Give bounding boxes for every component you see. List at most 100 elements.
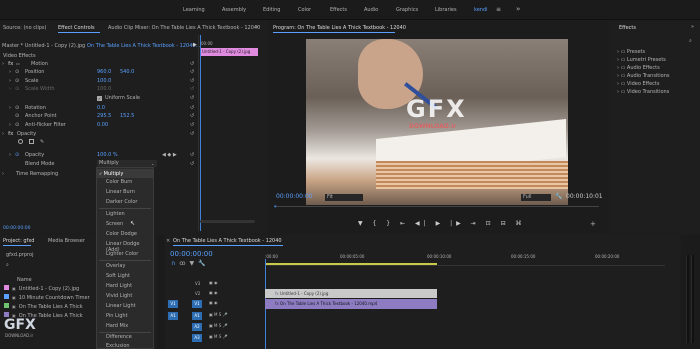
- blend-option-linear-burn[interactable]: Linear Burn: [106, 189, 135, 195]
- source-patch-v1[interactable]: V1: [168, 300, 178, 308]
- list-item[interactable]: ▣ 10 Minute Countdown Timer: [4, 293, 99, 302]
- opacity-value[interactable]: 100.0 %: [97, 151, 118, 159]
- tab-source[interactable]: Source: (no clips): [3, 25, 46, 31]
- timeline-close-icon[interactable]: ×: [166, 238, 170, 244]
- effects-item-video-effects[interactable]: › ▭ Video Effects: [617, 80, 697, 88]
- uniform-scale-row[interactable]: ✓ Uniform Scale ↺: [0, 94, 200, 102]
- effects-search-icon[interactable]: ⌕: [689, 38, 692, 44]
- motion-row[interactable]: › fx ▭ Motion ↺: [0, 60, 200, 68]
- workspace-tab-learning[interactable]: Learning: [183, 7, 205, 13]
- rotation-row[interactable]: › ⊙ Rotation 0.0 ↺: [0, 104, 200, 112]
- blend-option-color-dodge[interactable]: Color Dodge: [106, 231, 137, 237]
- effects-item-audio-transitions[interactable]: › ▭ Audio Transitions: [617, 72, 697, 80]
- master-clip-label[interactable]: Master * Untitled-1 - Copy (2).jpg: [2, 43, 85, 49]
- workspace-more[interactable]: »: [516, 5, 520, 13]
- blend-option-screen[interactable]: Screen: [106, 221, 123, 227]
- effects-item-lumetri-presets[interactable]: › ▭ Lumetri Presets: [617, 56, 697, 64]
- blend-option-soft-light[interactable]: Soft Light: [106, 273, 130, 279]
- timeline-ruler[interactable]: :00:00 00:00:05:00 00:00:10:00 00:00:15:…: [265, 252, 665, 266]
- mark-in-icon[interactable]: {: [373, 220, 381, 227]
- lift-icon[interactable]: ⊡: [486, 220, 495, 227]
- project-search-icon[interactable]: ⌕: [6, 262, 9, 268]
- mask-tools-row[interactable]: ✎: [0, 138, 60, 146]
- rotation-value[interactable]: 0.0: [97, 104, 105, 112]
- position-row[interactable]: › ⊙ Position 960.0 540.0 ↺: [0, 68, 200, 76]
- track-a2[interactable]: A2 ▣ M S 🎤: [165, 322, 265, 332]
- blend-option-vivid-light[interactable]: Vivid Light: [106, 293, 132, 299]
- tab-effect-controls[interactable]: Effect Controls: [58, 25, 95, 31]
- scale-value[interactable]: 100.0: [97, 77, 111, 85]
- track-v1[interactable]: V1 V1 ▣ ◉: [165, 299, 265, 309]
- motion-reset-icon[interactable]: ↺: [190, 60, 194, 68]
- timeline-timecode[interactable]: 00:00:00:00: [170, 250, 213, 258]
- program-scrub-bar[interactable]: [274, 206, 599, 212]
- sequence-clip-label[interactable]: On The Table Lies A Thick Textbook - 120…: [87, 43, 200, 49]
- step-forward-icon[interactable]: |▶: [450, 220, 465, 227]
- step-back-icon[interactable]: ◀|: [415, 220, 430, 227]
- add-marker-icon[interactable]: ▼: [190, 260, 199, 267]
- effects-item-video-transitions[interactable]: › ▭ Video Transitions: [617, 88, 697, 96]
- blend-option-pin-light[interactable]: Pin Light: [106, 313, 128, 319]
- workspace-tab-effects[interactable]: Effects: [330, 7, 347, 13]
- blend-option-difference[interactable]: Difference: [106, 334, 132, 340]
- settings-icon[interactable]: 🔧: [555, 193, 562, 200]
- effects-item-presets[interactable]: › ▭ Presets: [617, 48, 697, 56]
- track-v2[interactable]: V2 ▣ ◉: [165, 289, 265, 298]
- program-timecode[interactable]: 00:00:00:00: [276, 193, 313, 200]
- blend-option-hard-light[interactable]: Hard Light: [106, 283, 132, 289]
- media-browser-tab[interactable]: Media Browser: [48, 238, 85, 244]
- tabs-more[interactable]: »: [255, 24, 258, 30]
- workspace-tab-kendi[interactable]: kendi: [474, 7, 488, 13]
- marker-icon[interactable]: ▼: [358, 220, 367, 227]
- program-video-frame[interactable]: GFX DOWNLOAD.ir: [306, 39, 568, 205]
- position-x-value[interactable]: 960.0: [97, 68, 111, 76]
- rectangle-mask-icon[interactable]: [29, 139, 34, 144]
- opacity-value-row[interactable]: › ⊙ Opacity 100.0 % ◀ ◆ ▶ ↺: [0, 151, 200, 159]
- blend-option-exclusion[interactable]: Exclusion: [106, 343, 130, 349]
- ec-zoom-slider[interactable]: [200, 220, 255, 223]
- workspace-tab-audio[interactable]: Audio: [364, 7, 378, 13]
- workspace-tab-color[interactable]: Color: [298, 7, 311, 13]
- add-button-icon[interactable]: +: [590, 220, 596, 228]
- fit-select[interactable]: Fit: [325, 194, 363, 201]
- program-title[interactable]: Program: On The Table Lies A Thick Textb…: [273, 25, 406, 31]
- track-v3[interactable]: V3 ▣ ◉: [165, 279, 265, 288]
- go-to-in-icon[interactable]: ⇤: [400, 220, 409, 227]
- workspace-tab-libraries[interactable]: Libraries: [435, 7, 457, 13]
- list-item[interactable]: ▣ On The Table Lies A Thick: [4, 302, 99, 311]
- full-select[interactable]: Full: [521, 194, 551, 201]
- tab-audio-clip-mixer[interactable]: Audio Clip Mixer: On The Table Lies A Th…: [108, 25, 260, 31]
- time-remapping-row[interactable]: › Time Remapping: [0, 170, 100, 178]
- blend-option-overlay[interactable]: Overlay: [106, 263, 125, 269]
- export-frame-icon[interactable]: ⌘: [516, 220, 526, 227]
- workspace-tab-assembly[interactable]: Assembly: [222, 7, 246, 13]
- clip-v1-video[interactable]: fx On The Table Lies A Thick Textbook - …: [265, 299, 437, 309]
- effects-more[interactable]: »: [691, 24, 694, 30]
- go-to-out-icon[interactable]: ⇥: [471, 220, 480, 227]
- pen-mask-icon[interactable]: ✎: [40, 138, 44, 146]
- blend-option-linear-light[interactable]: Linear Light: [106, 303, 136, 309]
- extract-icon[interactable]: ⊟: [501, 220, 510, 227]
- anchor-x-value[interactable]: 295.5: [97, 112, 111, 120]
- play-icon[interactable]: ▶: [436, 220, 445, 227]
- track-a1[interactable]: A1 A1 ▣ M S 🎤: [165, 311, 265, 321]
- source-patch-a1[interactable]: A1: [168, 312, 178, 320]
- anchor-point-row[interactable]: ⊙ Anchor Point 295.5 152.5 ↺: [0, 112, 200, 120]
- work-area-bar[interactable]: [265, 263, 437, 265]
- effects-item-audio-effects[interactable]: › ▭ Audio Effects: [617, 64, 697, 72]
- track-a3[interactable]: A3 ▣ M S 🎤: [165, 333, 265, 343]
- mark-out-icon[interactable]: }: [386, 220, 394, 227]
- blend-option-color-burn[interactable]: Color Burn: [106, 179, 132, 185]
- ec-clip-block[interactable]: Untitled-1 - Copy (2).jpg: [200, 48, 258, 56]
- program-playhead-marker[interactable]: ▾: [274, 204, 277, 210]
- opacity-header-row[interactable]: › fx Opacity ↺: [0, 130, 200, 138]
- position-y-value[interactable]: 540.0: [120, 68, 134, 76]
- blend-option-multiply[interactable]: ✓ Multiply: [97, 169, 153, 178]
- blend-option-lighter-color[interactable]: Lighter Color: [106, 251, 138, 257]
- ellipse-mask-icon[interactable]: [18, 139, 23, 144]
- anti-flicker-value[interactable]: 0.00: [97, 121, 108, 129]
- ec-current-time[interactable]: 00:00:00:00: [3, 226, 30, 231]
- clip-v2-image[interactable]: fx Untitled-1 - Copy (2).jpg: [265, 289, 437, 298]
- list-item[interactable]: ▣ Untitled-1 - Copy (2).jpg: [4, 284, 99, 293]
- uniform-scale-checkbox[interactable]: ✓: [97, 96, 102, 101]
